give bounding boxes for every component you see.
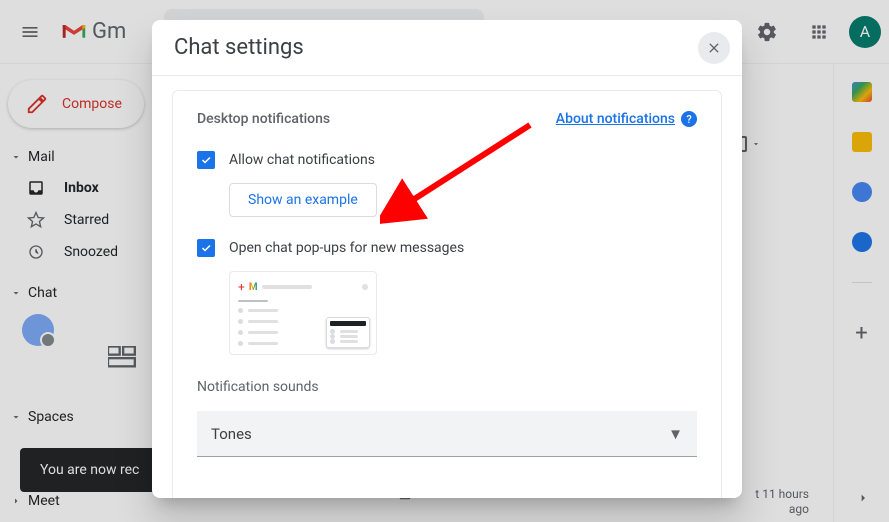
toast-text: You are now rec: [40, 462, 139, 478]
section-heading: Desktop notifications: [197, 111, 330, 127]
popup-preview: + M: [229, 271, 377, 355]
settings-card: Desktop notifications About notification…: [172, 90, 722, 498]
plus-icon: +: [238, 280, 245, 294]
check-icon: [200, 242, 212, 254]
app-name-text: Gm: [92, 19, 126, 44]
avatar-letter: A: [860, 22, 870, 41]
about-notifications-link[interactable]: About notifications ?: [556, 111, 697, 127]
tasks-icon[interactable]: [852, 182, 872, 202]
help-icon: ?: [681, 111, 697, 127]
popups-label: Open chat pop-ups for new messages: [229, 240, 464, 256]
sounds-heading: Notification sounds: [197, 379, 697, 395]
divider: [852, 282, 872, 283]
side-panel: +: [833, 64, 889, 522]
allow-notifications-row: Allow chat notifications: [197, 151, 697, 169]
allow-notifications-label: Allow chat notifications: [229, 152, 375, 168]
gmail-mini-icon: M: [249, 282, 258, 293]
add-ons-button[interactable]: +: [855, 321, 867, 346]
keep-icon[interactable]: [852, 132, 872, 152]
chat-contact-avatar[interactable]: [22, 314, 54, 346]
grid-view-icon: [108, 346, 136, 368]
dropdown-label: Tones: [211, 425, 252, 443]
star-icon: [26, 211, 46, 229]
account-avatar[interactable]: A: [849, 16, 881, 48]
chevron-down-icon: [10, 151, 22, 163]
hamburger-icon: [20, 22, 40, 42]
popups-checkbox[interactable]: [197, 239, 215, 257]
allow-notifications-checkbox[interactable]: [197, 151, 215, 169]
chevron-down-icon: [10, 287, 22, 299]
chevron-down-icon: [751, 139, 761, 149]
chevron-down-icon: ▼: [668, 425, 683, 443]
chevron-right-icon: [10, 495, 22, 507]
dialog-header: Chat settings: [152, 20, 742, 76]
pencil-icon: [26, 93, 48, 115]
main-menu-button[interactable]: [8, 10, 52, 54]
close-button[interactable]: [698, 32, 730, 64]
chevron-right-icon: [855, 490, 871, 506]
activity-line1: t 11 hours: [755, 487, 809, 501]
chevron-down-icon: [10, 411, 22, 423]
popups-row: Open chat pop-ups for new messages: [197, 239, 697, 257]
gmail-m-icon: [60, 19, 88, 45]
dialog-body[interactable]: Desktop notifications About notification…: [152, 76, 742, 498]
collapse-panel-button[interactable]: [855, 490, 871, 510]
recording-toast: You are now rec: [20, 448, 159, 492]
contacts-icon[interactable]: [852, 232, 872, 252]
gear-icon: [756, 21, 778, 43]
inbox-icon: [26, 179, 46, 197]
gmail-logo[interactable]: Gm: [60, 19, 126, 45]
apps-button[interactable]: [797, 10, 841, 54]
view-toggle[interactable]: [108, 346, 136, 372]
apps-grid-icon: [809, 22, 829, 42]
show-example-button[interactable]: Show an example: [229, 183, 377, 217]
mini-popup: [326, 317, 370, 348]
notification-sound-dropdown[interactable]: Tones ▼: [197, 411, 697, 457]
compose-label: Compose: [62, 96, 122, 112]
settings-button[interactable]: [745, 10, 789, 54]
calendar-icon[interactable]: [852, 82, 872, 102]
compose-button[interactable]: Compose: [8, 80, 144, 128]
clock-icon: [26, 243, 46, 261]
close-icon: [706, 40, 722, 56]
activity-line2: ago: [789, 502, 809, 516]
chat-settings-dialog: Chat settings Desktop notifications Abou…: [152, 20, 742, 498]
check-icon: [200, 154, 212, 166]
dialog-title: Chat settings: [174, 35, 304, 60]
